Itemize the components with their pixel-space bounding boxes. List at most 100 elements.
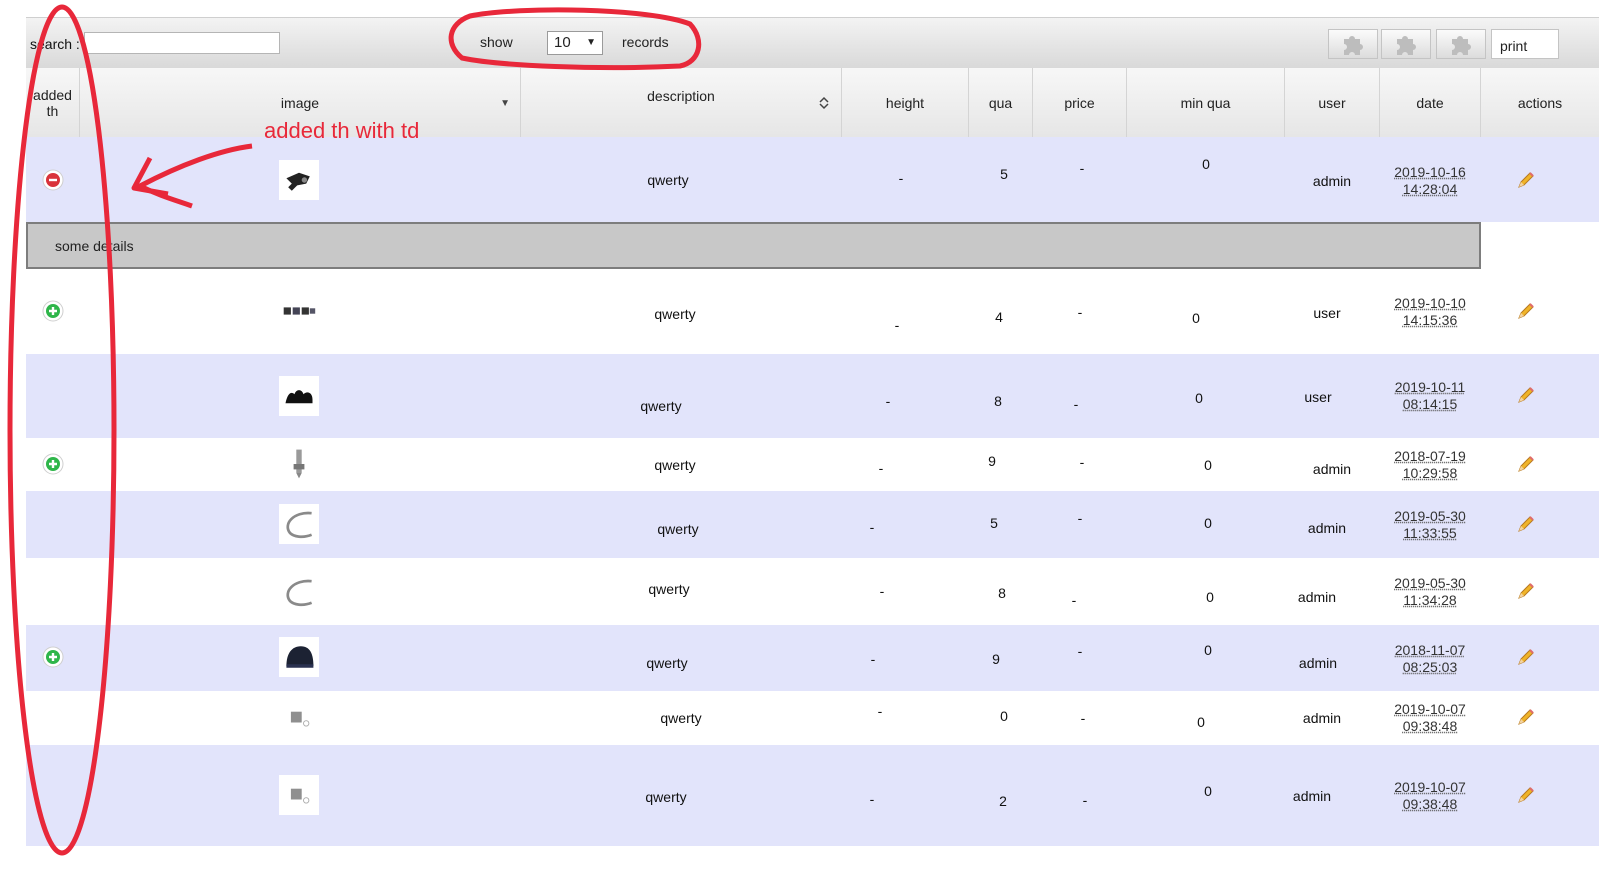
cell-date: 2019-10-07 09:38:48 bbox=[1394, 701, 1466, 735]
plugin-button-3[interactable] bbox=[1436, 29, 1486, 59]
cell-description: qwerty bbox=[646, 655, 688, 671]
cell-price: - bbox=[1077, 304, 1083, 320]
time-value: 11:33:55 bbox=[1403, 525, 1457, 541]
table-header: added th image ▼ description height qua … bbox=[26, 68, 1599, 138]
cell-qua: 5 bbox=[990, 515, 998, 531]
cell-description: qwerty bbox=[660, 710, 702, 726]
product-thumbnail[interactable] bbox=[279, 291, 319, 331]
cell-description: qwerty bbox=[657, 521, 699, 537]
collapse-row-icon[interactable] bbox=[42, 169, 64, 191]
table-row: qwerty - 5 - 0 admin 2019-10-16 14:28:04 bbox=[26, 137, 1599, 222]
header-qua[interactable]: qua bbox=[969, 68, 1033, 137]
cell-min-qua: 0 bbox=[1192, 310, 1200, 326]
cell-user: user bbox=[1313, 305, 1341, 321]
cell-min-qua: 0 bbox=[1206, 589, 1214, 605]
edit-pencil-icon[interactable] bbox=[1515, 706, 1537, 728]
annotation-text: added th with td bbox=[264, 118, 420, 143]
table-row: qwerty - 5 - 0 admin 2019-05-30 11:33:55 bbox=[26, 491, 1599, 558]
date-value: 2019-05-30 bbox=[1394, 508, 1466, 524]
edit-pencil-icon[interactable] bbox=[1515, 300, 1537, 322]
plugin-button-2[interactable] bbox=[1381, 29, 1431, 59]
header-actions[interactable]: actions bbox=[1481, 68, 1599, 137]
cell-date: 2019-10-10 14:15:36 bbox=[1394, 295, 1466, 329]
cell-height: - bbox=[898, 170, 904, 186]
table-row: qwerty - 9 - 0 admin 2018-07-19 10:29:58 bbox=[26, 438, 1599, 491]
header-description[interactable]: description bbox=[521, 68, 842, 137]
cell-min-qua: 0 bbox=[1204, 457, 1212, 473]
date-value: 2019-10-10 bbox=[1394, 295, 1466, 311]
date-value: 2019-10-07 bbox=[1394, 779, 1466, 795]
product-thumbnail[interactable] bbox=[279, 572, 319, 612]
cell-description: qwerty bbox=[648, 581, 690, 597]
edit-pencil-icon[interactable] bbox=[1515, 784, 1537, 806]
time-value: 09:38:48 bbox=[1402, 796, 1458, 812]
time-value: 08:25:03 bbox=[1402, 659, 1458, 675]
product-thumbnail[interactable] bbox=[279, 698, 319, 738]
cell-user: admin bbox=[1302, 710, 1342, 726]
records-per-page-select[interactable]: 10 ▼ bbox=[547, 31, 603, 55]
product-thumbnail[interactable] bbox=[279, 376, 319, 416]
time-value: 08:14:15 bbox=[1402, 396, 1458, 412]
cell-price: - bbox=[1080, 710, 1086, 726]
row-details-panel: some details bbox=[26, 222, 1481, 269]
search-input[interactable] bbox=[84, 32, 280, 54]
cell-height: - bbox=[870, 651, 876, 667]
edit-pencil-icon[interactable] bbox=[1515, 646, 1537, 668]
cell-user: user bbox=[1304, 389, 1332, 405]
table-row: qwerty - 0 - 0 admin 2019-10-07 09:38:48 bbox=[26, 691, 1599, 745]
header-height[interactable]: height bbox=[842, 68, 969, 137]
header-date[interactable]: date bbox=[1380, 68, 1481, 137]
header-min-qua[interactable]: min qua bbox=[1127, 68, 1285, 137]
header-added-th[interactable]: added th bbox=[26, 68, 80, 137]
cell-date: 2018-07-19 10:29:58 bbox=[1394, 448, 1466, 482]
cell-min-qua: 0 bbox=[1197, 714, 1205, 730]
table-toolbar: search : show 10 ▼ records print bbox=[26, 17, 1599, 69]
product-thumbnail[interactable] bbox=[279, 775, 319, 815]
sort-both-icon bbox=[819, 96, 829, 110]
cell-user: admin bbox=[1312, 173, 1352, 189]
cell-date: 2019-05-30 11:33:55 bbox=[1394, 508, 1466, 542]
product-thumbnail[interactable] bbox=[279, 637, 319, 677]
cell-height: - bbox=[879, 583, 885, 599]
chevron-down-icon: ▼ bbox=[586, 37, 596, 48]
records-per-page-value: 10 bbox=[554, 34, 571, 51]
expand-row-icon[interactable] bbox=[42, 300, 64, 322]
expand-row-icon[interactable] bbox=[42, 453, 64, 475]
plugin-button-1[interactable] bbox=[1328, 29, 1378, 59]
cell-height: - bbox=[894, 317, 900, 333]
show-label: show bbox=[480, 34, 513, 50]
header-user[interactable]: user bbox=[1285, 68, 1380, 137]
edit-pencil-icon[interactable] bbox=[1515, 384, 1537, 406]
product-thumbnail[interactable] bbox=[279, 504, 319, 544]
header-price[interactable]: price bbox=[1033, 68, 1127, 137]
edit-pencil-icon[interactable] bbox=[1515, 453, 1537, 475]
cell-price: - bbox=[1073, 396, 1079, 412]
edit-pencil-icon[interactable] bbox=[1515, 513, 1537, 535]
cell-height: - bbox=[877, 703, 883, 719]
cell-description: qwerty bbox=[645, 789, 687, 805]
cell-min-qua: 0 bbox=[1204, 783, 1212, 799]
search-label: search : bbox=[30, 36, 80, 52]
product-thumbnail[interactable] bbox=[279, 160, 319, 200]
product-thumbnail[interactable] bbox=[279, 444, 319, 484]
edit-pencil-icon[interactable] bbox=[1515, 169, 1537, 191]
table-row: qwerty - 4 - 0 user 2019-10-10 14:15:36 bbox=[26, 270, 1599, 354]
cell-height: - bbox=[869, 791, 875, 807]
sort-desc-icon: ▼ bbox=[500, 98, 510, 109]
cell-price: - bbox=[1082, 792, 1088, 808]
records-label: records bbox=[622, 34, 669, 50]
row-details-text: some details bbox=[55, 238, 134, 254]
expand-row-icon[interactable] bbox=[42, 646, 64, 668]
cell-qua: 8 bbox=[994, 393, 1002, 409]
header-image-label: image bbox=[280, 94, 320, 111]
print-button[interactable]: print bbox=[1491, 29, 1559, 59]
cell-date: 2018-11-07 08:25:03 bbox=[1395, 642, 1466, 676]
date-value: 2019-05-30 bbox=[1394, 575, 1466, 591]
cell-height: - bbox=[869, 519, 875, 535]
cell-qua: 2 bbox=[999, 793, 1007, 809]
edit-pencil-icon[interactable] bbox=[1515, 580, 1537, 602]
puzzle-icon bbox=[1452, 36, 1471, 55]
time-value: 10:29:58 bbox=[1402, 465, 1458, 481]
cell-qua: 9 bbox=[988, 453, 996, 469]
cell-user: admin bbox=[1298, 655, 1338, 671]
